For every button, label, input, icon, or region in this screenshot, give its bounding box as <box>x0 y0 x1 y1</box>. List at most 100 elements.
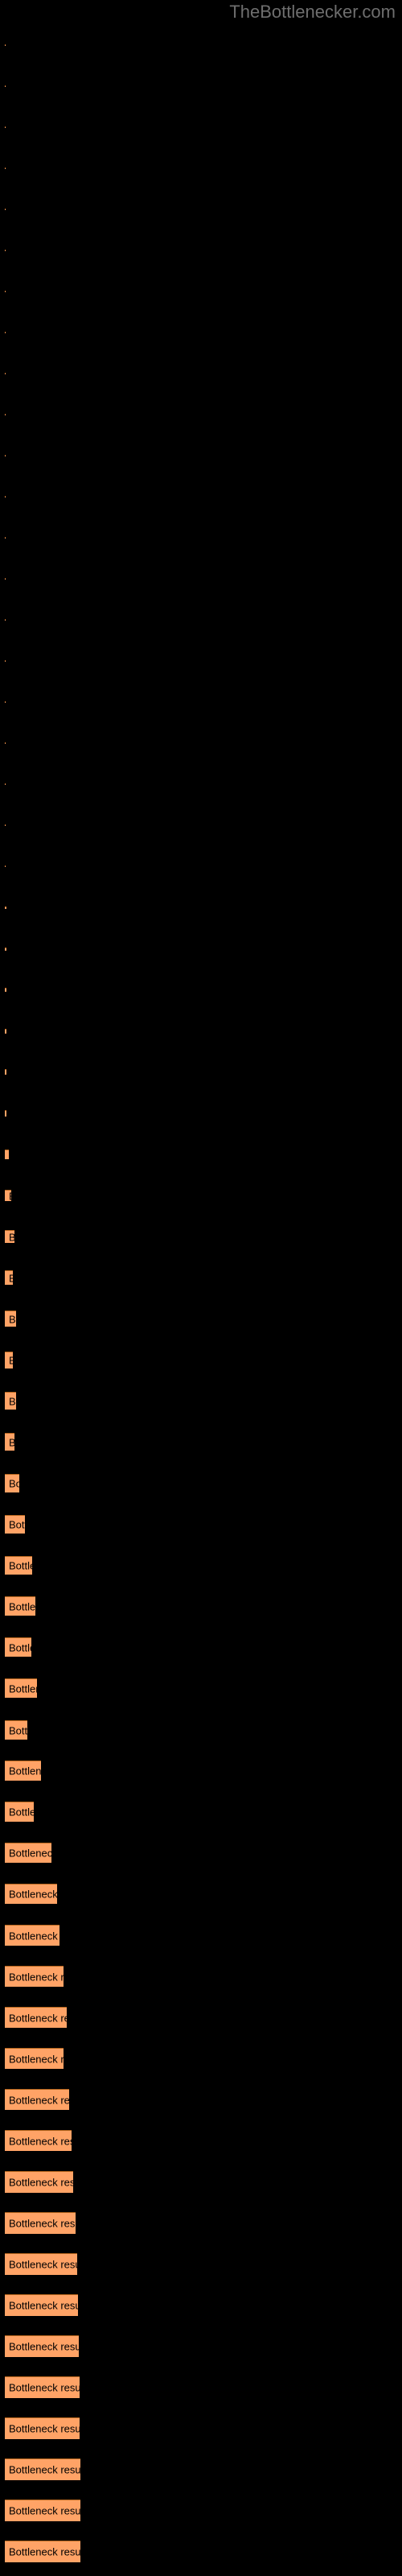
bar-label: Bottleneck result <box>9 1395 16 1407</box>
bar <box>5 619 6 621</box>
bar: Bottleneck result <box>5 1433 14 1451</box>
bar-row: Bottleneck result <box>0 1720 402 1740</box>
bar-row: Bottleneck result <box>0 2007 402 2028</box>
bar-row <box>0 865 402 867</box>
bar <box>5 988 6 992</box>
bar-label: Bottleneck result <box>9 1477 19 1490</box>
bar <box>5 126 6 128</box>
bar: Bottleneck result <box>5 2335 79 2357</box>
bar-label: Bottleneck result <box>9 1765 41 1777</box>
bar-row <box>0 1029 402 1034</box>
bar: Bottleneck result <box>5 1678 37 1698</box>
bar-label: Bottleneck result <box>9 2135 72 2147</box>
bar-row <box>0 208 402 210</box>
bar-label: Bottleneck result <box>9 1313 16 1325</box>
bar-row <box>0 167 402 169</box>
bar-row <box>0 44 402 46</box>
bar-label: Bottleneck result <box>9 2012 67 2024</box>
bar <box>5 1110 6 1117</box>
bar <box>5 496 6 497</box>
bar-label: Bottleneck result <box>9 1518 25 1531</box>
bar <box>5 455 6 456</box>
bar: Bottleneck result <box>5 1270 13 1285</box>
bar-label: Bottleneck result <box>9 1641 31 1653</box>
bar <box>5 906 6 909</box>
bar-row: Bottleneck result <box>0 1433 402 1451</box>
bar-label: Bottleneck result <box>9 2176 73 2189</box>
bar-row: Bottleneck result <box>0 1884 402 1904</box>
bar: Bottleneck result <box>5 1311 16 1327</box>
bar <box>5 250 6 251</box>
bar: Bottleneck result <box>5 1720 27 1740</box>
bar: Bottleneck result <box>5 2007 67 2028</box>
bar <box>5 1069 6 1075</box>
bar: Bottleneck result <box>5 2294 78 2316</box>
bar-label: Bottleneck result <box>9 1191 11 1201</box>
bar: Bottleneck result <box>5 1761 41 1781</box>
bar-label: Bottleneck result <box>9 2258 77 2271</box>
bar-label: Bottleneck result <box>9 1356 13 1366</box>
bar <box>5 414 6 415</box>
bar-label: Bottleneck result <box>9 2094 69 2106</box>
bar-row <box>0 1069 402 1075</box>
bar: Bottleneck result <box>5 1150 9 1159</box>
bar: Bottleneck result <box>5 1474 19 1492</box>
bar: Bottleneck result <box>5 2417 80 2439</box>
bar: Bottleneck result <box>5 1230 14 1243</box>
bar-row <box>0 291 402 292</box>
bar: Bottleneck result <box>5 2130 72 2151</box>
bar-row <box>0 578 402 580</box>
bar-row <box>0 906 402 909</box>
bar-label: Bottleneck result <box>9 2217 76 2230</box>
bar-row: Bottleneck result <box>0 1352 402 1368</box>
plot-area: Bottleneck result Bottleneck result Bottle… <box>0 0 402 2576</box>
bar: Bottleneck result <box>5 1802 34 1822</box>
bar <box>5 44 6 46</box>
bar-label: Bottleneck result <box>9 1232 14 1242</box>
bar <box>5 373 6 374</box>
bar-row <box>0 414 402 415</box>
bar-label: Bottleneck result <box>9 1600 35 1612</box>
bar-label: Bottleneck result <box>9 1724 27 1736</box>
bar <box>5 1029 6 1034</box>
bar-row: Bottleneck result <box>0 1556 402 1575</box>
bar-label: Bottleneck result <box>9 2545 80 2558</box>
bar-row <box>0 742 402 744</box>
bar: Bottleneck result <box>5 1392 16 1410</box>
bar <box>5 291 6 292</box>
bar <box>5 167 6 169</box>
bar-row: Bottleneck result <box>0 2541 402 2562</box>
bar-row: Bottleneck result <box>0 2335 402 2357</box>
bar-label: Bottleneck result <box>9 1847 51 1860</box>
bar-label: Bottleneck result <box>9 1682 37 1695</box>
bar-row: Bottleneck result <box>0 1474 402 1492</box>
bar-row <box>0 660 402 662</box>
bar: Bottleneck result <box>5 2500 80 2521</box>
bar: Bottleneck result <box>5 2376 80 2398</box>
bar: Bottleneck result <box>5 1556 32 1575</box>
bar-row: Bottleneck result <box>0 1190 402 1201</box>
bar-label: Bottleneck result <box>9 2381 80 2394</box>
bar-row: Bottleneck result <box>0 2458 402 2480</box>
bar-row: Bottleneck result <box>0 2500 402 2521</box>
bar: Bottleneck result <box>5 2089 69 2110</box>
bar: Bottleneck result <box>5 1515 25 1534</box>
bar-row <box>0 947 402 951</box>
bar-label: Bottleneck result <box>9 2422 80 2435</box>
bar <box>5 783 6 785</box>
bar-label: Bottleneck result <box>9 1930 59 1942</box>
bar-row: Bottleneck result <box>0 1150 402 1159</box>
bar-row: Bottleneck result <box>0 1270 402 1285</box>
bar-row <box>0 824 402 826</box>
bar: Bottleneck result <box>5 1596 35 1616</box>
bar-row <box>0 332 402 333</box>
bar <box>5 208 6 210</box>
bar-label: Bottleneck result <box>9 1971 64 1983</box>
bar-row <box>0 619 402 621</box>
bar <box>5 660 6 662</box>
bar: Bottleneck result <box>5 2458 80 2480</box>
bar: Bottleneck result <box>5 2171 73 2193</box>
bar <box>5 578 6 580</box>
bar <box>5 947 6 951</box>
bar-label: Bottleneck result <box>9 1888 57 1901</box>
